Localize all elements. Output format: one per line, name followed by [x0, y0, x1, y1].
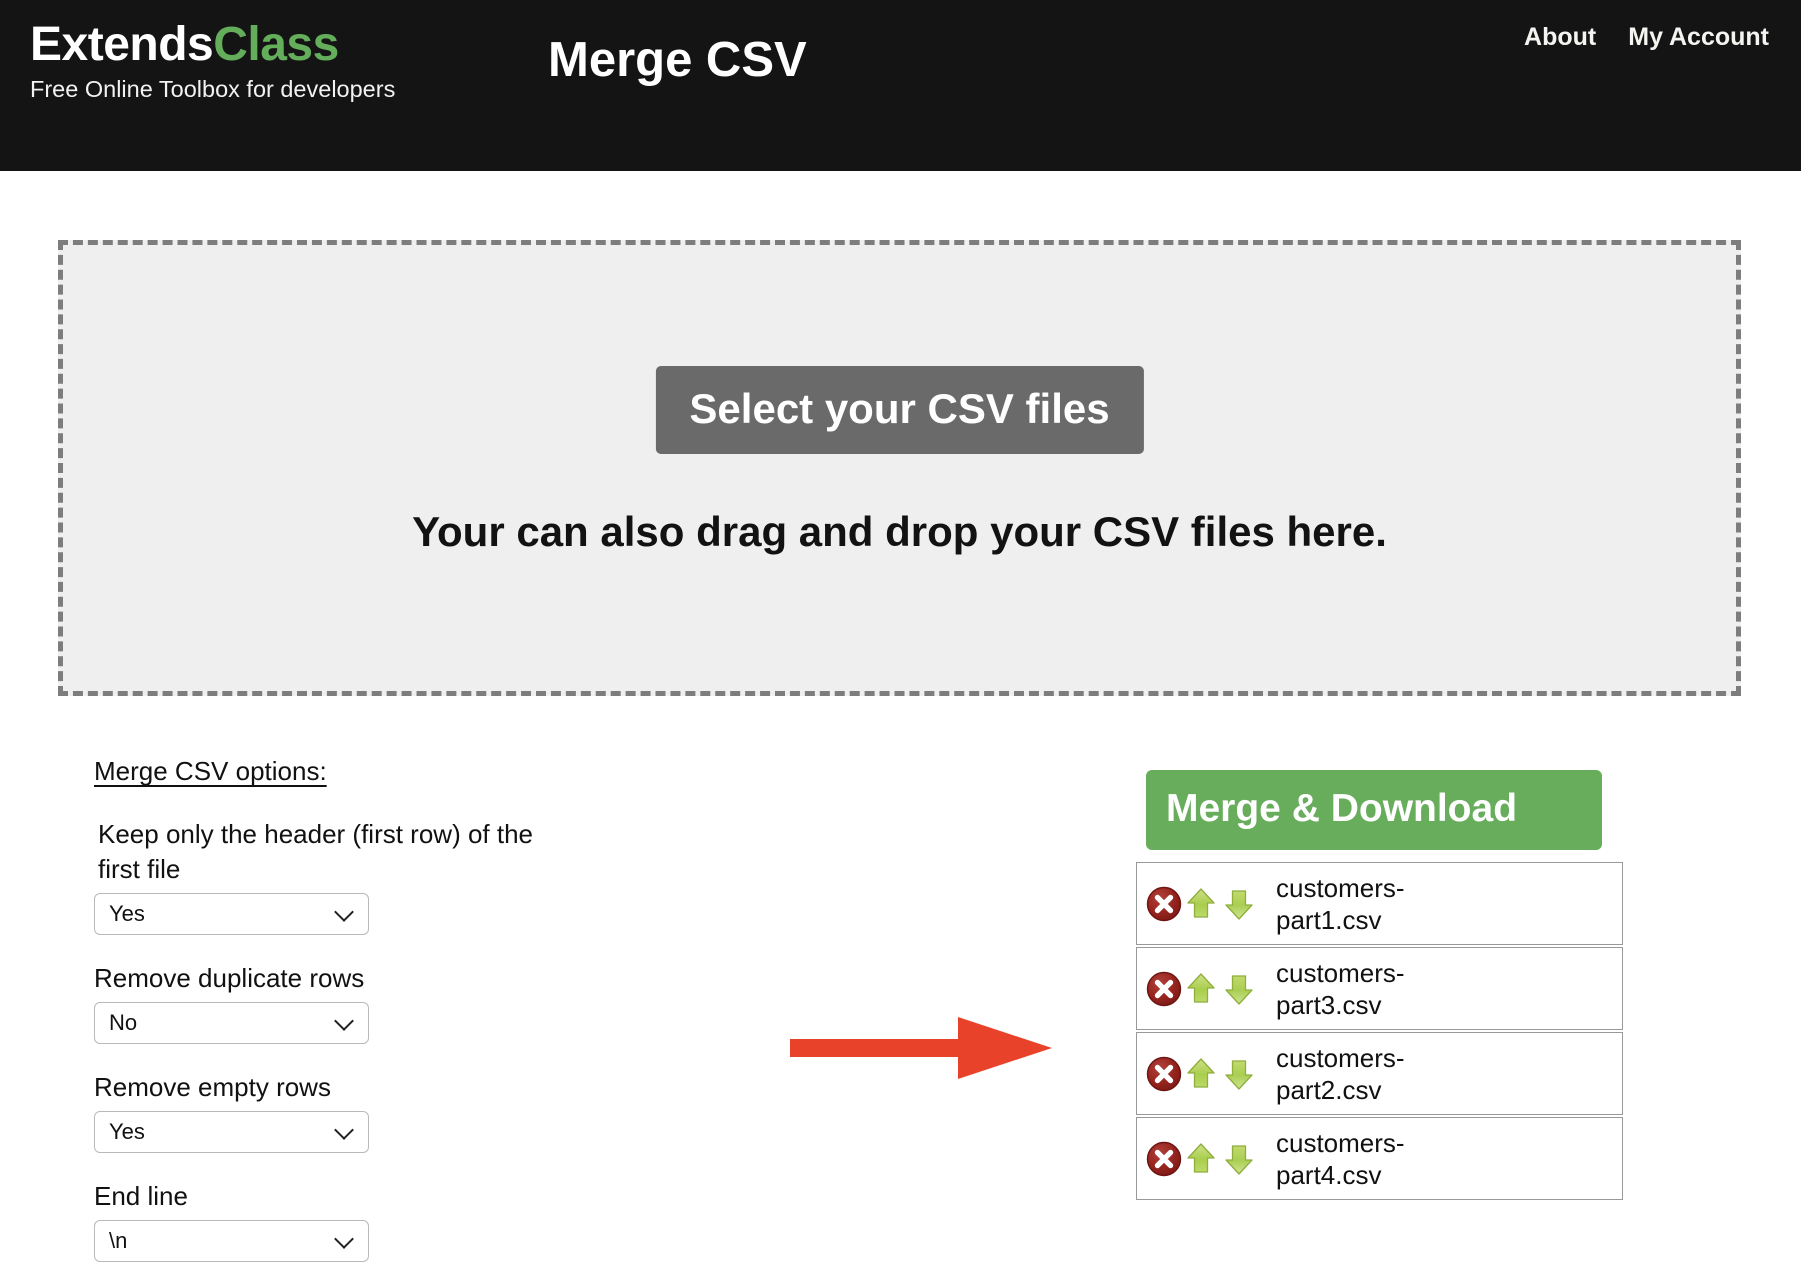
option-keep-header-select-wrap: Yes	[94, 893, 369, 935]
select-files-button[interactable]: Select your CSV files	[655, 366, 1144, 454]
move-down-icon[interactable]	[1219, 969, 1259, 1009]
brand-title-extends: Extends	[30, 18, 214, 71]
option-remove-duplicates: Remove duplicate rows No	[94, 961, 654, 1044]
table-row[interactable]: customers-part1.csv	[1136, 862, 1623, 945]
table-row[interactable]: customers-part2.csv	[1136, 1032, 1623, 1115]
table-row[interactable]: customers-part4.csv	[1136, 1117, 1623, 1200]
merge-download-button[interactable]: Merge & Download	[1146, 770, 1602, 850]
option-end-line: End line \n	[94, 1179, 654, 1262]
main-nav: About My Account	[1524, 22, 1769, 52]
merge-options-panel: Merge CSV options: Keep only the header …	[94, 755, 654, 1288]
move-down-icon[interactable]	[1219, 1054, 1259, 1094]
option-remove-duplicates-label: Remove duplicate rows	[94, 963, 365, 993]
delete-icon[interactable]	[1144, 1054, 1184, 1094]
brand-logo[interactable]: ExtendsClass Free Online Toolbox for dev…	[30, 17, 500, 104]
csv-dropzone[interactable]: Select your CSV files Your can also drag…	[58, 240, 1741, 696]
nav-my-account[interactable]: My Account	[1628, 22, 1769, 52]
annotation-arrow-icon	[790, 1017, 1052, 1079]
file-row-actions	[1144, 884, 1259, 924]
file-name: customers-part2.csv	[1276, 1042, 1405, 1105]
result-panel: Merge & Download customers-part1.csv cus…	[1136, 770, 1626, 1202]
table-row[interactable]: customers-part3.csv	[1136, 947, 1623, 1030]
file-name: customers-part4.csv	[1276, 1127, 1405, 1190]
move-down-icon[interactable]	[1219, 884, 1259, 924]
page-title: Merge CSV	[548, 33, 807, 87]
options-heading: Merge CSV options:	[94, 756, 327, 786]
option-end-line-label: End line	[94, 1181, 188, 1211]
move-up-icon[interactable]	[1181, 884, 1221, 924]
keep-header-select[interactable]: Yes	[94, 893, 369, 935]
option-remove-empty-rows: Remove empty rows Yes	[94, 1070, 654, 1153]
option-end-line-select-wrap: \n	[94, 1220, 369, 1262]
nav-about[interactable]: About	[1524, 22, 1596, 52]
remove-duplicates-select[interactable]: No	[94, 1002, 369, 1044]
move-up-icon[interactable]	[1181, 969, 1221, 1009]
brand-title-class: Class	[213, 18, 339, 71]
option-keep-header: Keep only the header (first row) of the …	[94, 817, 654, 935]
delete-icon[interactable]	[1144, 1139, 1184, 1179]
remove-empty-rows-select[interactable]: Yes	[94, 1111, 369, 1153]
brand-title: ExtendsClass	[30, 17, 500, 73]
move-up-icon[interactable]	[1181, 1054, 1221, 1094]
file-name: customers-part1.csv	[1276, 872, 1405, 935]
file-name: customers-part3.csv	[1276, 957, 1405, 1020]
brand-tagline: Free Online Toolbox for developers	[30, 76, 396, 102]
delete-icon[interactable]	[1144, 884, 1184, 924]
option-keep-header-label: Keep only the header (first row) of the …	[98, 819, 534, 884]
option-remove-empty-rows-select-wrap: Yes	[94, 1111, 369, 1153]
move-down-icon[interactable]	[1219, 1139, 1259, 1179]
option-remove-duplicates-select-wrap: No	[94, 1002, 369, 1044]
file-row-actions	[1144, 1054, 1259, 1094]
end-line-select[interactable]: \n	[94, 1220, 369, 1262]
file-row-actions	[1144, 969, 1259, 1009]
option-remove-empty-rows-label: Remove empty rows	[94, 1072, 331, 1102]
site-header: ExtendsClass Free Online Toolbox for dev…	[0, 0, 1801, 171]
selected-files-list: customers-part1.csv customers-part3.csv …	[1136, 862, 1626, 1200]
delete-icon[interactable]	[1144, 969, 1184, 1009]
file-row-actions	[1144, 1139, 1259, 1179]
drag-drop-hint: Your can also drag and drop your CSV fil…	[412, 508, 1387, 555]
move-up-icon[interactable]	[1181, 1139, 1221, 1179]
